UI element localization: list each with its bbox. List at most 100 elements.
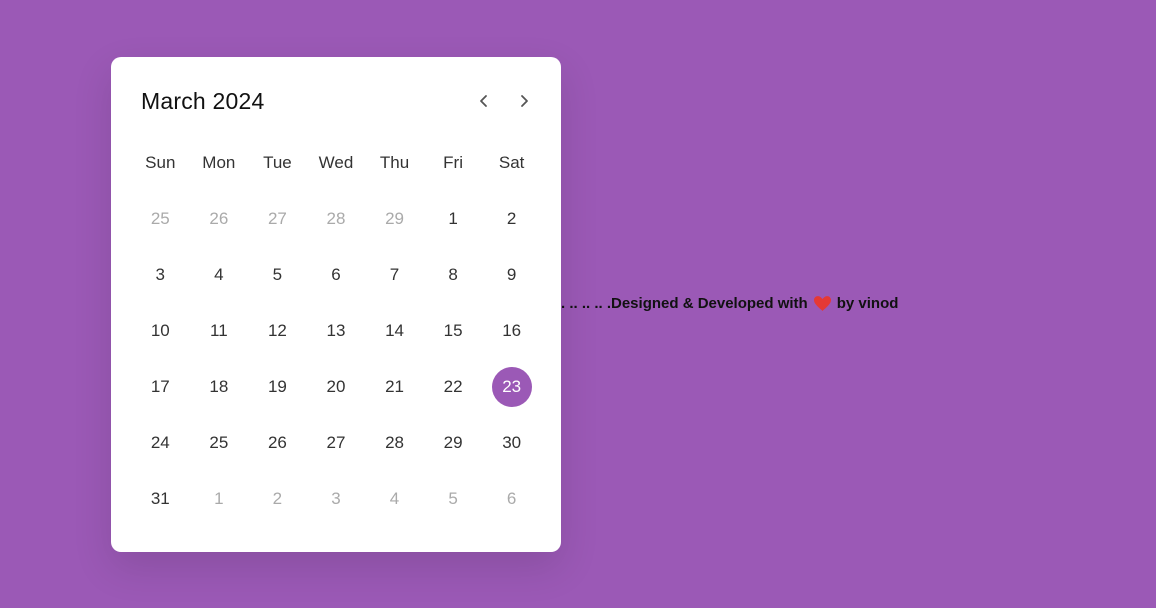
adjacent-month-day-cell[interactable]: 3 [307, 471, 366, 527]
day-cell[interactable]: 29 [424, 415, 483, 471]
day-number: 3 [155, 265, 166, 284]
adjacent-month-day-cell[interactable]: 4 [365, 471, 424, 527]
weekday-label: Sat [498, 153, 525, 172]
day-cell[interactable]: 27 [307, 415, 366, 471]
weekday-label: Fri [443, 153, 463, 172]
day-cell[interactable]: 20 [307, 359, 366, 415]
day-cell[interactable]: 8 [424, 247, 483, 303]
day-number: 7 [389, 265, 400, 284]
day-cell[interactable]: 10 [131, 303, 190, 359]
day-cell[interactable]: 28 [365, 415, 424, 471]
day-number: 28 [385, 433, 404, 452]
day-number: 18 [209, 377, 229, 396]
day-number: 13 [326, 321, 346, 340]
day-number: 30 [502, 433, 522, 452]
day-number: 1 [448, 209, 458, 228]
day-number: 28 [326, 209, 346, 228]
calendar-grid: Sun Mon Tue Wed Thu Fri Sat 25 26 27 28 29 1 2 3 4 5 6 7 8 9… [131, 135, 541, 527]
day-number: 25 [150, 209, 170, 228]
weekday-label: Tue [263, 153, 292, 172]
adjacent-month-day-cell[interactable]: 6 [482, 471, 541, 527]
weekday-label: Mon [202, 153, 236, 172]
day-number: 15 [443, 321, 463, 340]
day-number: 11 [210, 321, 228, 340]
adjacent-month-day-cell[interactable]: 27 [248, 191, 307, 247]
day-cell[interactable]: 2 [482, 191, 541, 247]
day-cell[interactable]: 7 [365, 247, 424, 303]
day-number: 4 [389, 489, 400, 508]
day-number: 25 [209, 433, 229, 452]
day-number: 5 [448, 489, 458, 508]
weekday-label: Wed [318, 153, 354, 172]
day-number: 14 [385, 321, 404, 340]
day-cell[interactable]: 11 [190, 303, 249, 359]
day-number: 9 [506, 265, 517, 284]
footer-credit: . .. .. .. .Designed & Developed with by… [561, 295, 898, 312]
day-cell[interactable]: 24 [131, 415, 190, 471]
month-navigation [473, 90, 535, 112]
adjacent-month-day-cell[interactable]: 29 [365, 191, 424, 247]
day-cell[interactable]: 18 [190, 359, 249, 415]
day-cell[interactable]: 15 [424, 303, 483, 359]
day-number: 17 [150, 377, 170, 396]
month-title: March 2024 [141, 87, 265, 114]
day-number: 21 [385, 377, 404, 396]
day-number: 6 [331, 265, 341, 284]
day-cell[interactable]: 26 [248, 415, 307, 471]
day-cell[interactable]: 12 [248, 303, 307, 359]
day-cell[interactable]: 25 [190, 415, 249, 471]
day-number: 3 [331, 489, 341, 508]
day-number: 27 [326, 433, 346, 452]
adjacent-month-day-cell[interactable]: 2 [248, 471, 307, 527]
day-number: 20 [326, 377, 346, 396]
adjacent-month-day-cell[interactable]: 26 [190, 191, 249, 247]
day-number: 2 [506, 209, 517, 228]
day-number: 6 [506, 489, 517, 508]
adjacent-month-day-cell[interactable]: 1 [190, 471, 249, 527]
day-number: 4 [214, 265, 224, 284]
day-cell[interactable]: 31 [131, 471, 190, 527]
day-cell[interactable]: 16 [482, 303, 541, 359]
day-cell[interactable]: 3 [131, 247, 190, 303]
day-cell[interactable]: 5 [248, 247, 307, 303]
adjacent-month-day-cell[interactable]: 5 [424, 471, 483, 527]
day-cell[interactable]: 19 [248, 359, 307, 415]
footer-author: by vinod [836, 295, 899, 312]
day-number: 29 [385, 209, 404, 228]
day-cell[interactable]: 30 [482, 415, 541, 471]
day-number: 22 [443, 377, 463, 396]
day-cell[interactable]: 14 [365, 303, 424, 359]
day-number: 31 [150, 489, 170, 508]
day-cell[interactable]: 13 [307, 303, 366, 359]
chevron-right-icon [521, 95, 528, 107]
day-number: 27 [267, 209, 287, 228]
day-number: 26 [209, 209, 229, 228]
adjacent-month-day-cell[interactable]: 28 [307, 191, 366, 247]
day-cell[interactable]: 9 [482, 247, 541, 303]
day-number: 2 [272, 489, 283, 508]
day-number: 5 [272, 265, 283, 284]
day-cell[interactable]: 17 [131, 359, 190, 415]
weekday-label: Thu [379, 153, 410, 172]
calendar-header: March 2024 [141, 83, 535, 119]
day-number: 23 [491, 367, 532, 407]
day-cell[interactable]: 21 [365, 359, 424, 415]
chevron-left-icon [480, 95, 487, 107]
day-cell[interactable]: 22 [424, 359, 483, 415]
prev-month-button[interactable] [473, 90, 495, 112]
day-cell[interactable]: 4 [190, 247, 249, 303]
weekday-label: Sun [145, 153, 176, 172]
day-number: 24 [150, 433, 170, 452]
adjacent-month-day-cell[interactable]: 25 [131, 191, 190, 247]
day-number: 29 [443, 433, 463, 452]
day-number: 12 [267, 321, 287, 340]
day-number: 19 [267, 377, 287, 396]
day-number: 16 [502, 321, 522, 340]
next-month-button[interactable] [513, 90, 535, 112]
day-number: 8 [448, 265, 458, 284]
footer-credit-text: . .. .. .. .Designed & Developed with [561, 295, 808, 312]
selected-day-cell[interactable]: 23 [482, 359, 541, 415]
day-cell[interactable]: 1 [424, 191, 483, 247]
day-cell[interactable]: 6 [307, 247, 366, 303]
day-number: 26 [267, 433, 287, 452]
